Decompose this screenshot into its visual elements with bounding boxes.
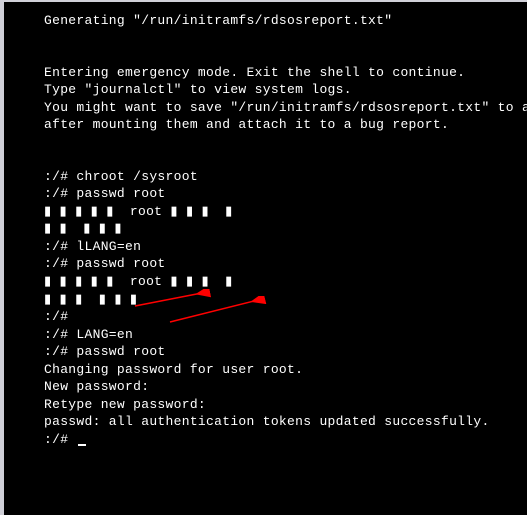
terminal-line: Retype new password: xyxy=(44,396,523,414)
terminal-line: :/# chroot /sysroot xyxy=(44,168,523,186)
terminal-line: ▮ ▮ ▮ ▮ ▮ ▮ xyxy=(44,291,523,309)
terminal-line: ▮ ▮ ▮ ▮ ▮ xyxy=(44,220,523,238)
terminal-line xyxy=(44,47,523,64)
terminal-line xyxy=(44,151,523,168)
terminal-window: Generating "/run/initramfs/rdsosreport.t… xyxy=(0,0,527,515)
terminal-line: :/# passwd root xyxy=(44,185,523,203)
terminal-line: ▮ ▮ ▮ ▮ ▮ root ▮ ▮ ▮ ▮ xyxy=(44,203,523,221)
terminal-line xyxy=(44,30,523,47)
terminal-line: passwd: all authentication tokens update… xyxy=(44,413,523,431)
terminal-line: Changing password for user root. xyxy=(44,361,523,379)
terminal-output[interactable]: Generating "/run/initramfs/rdsosreport.t… xyxy=(4,2,527,515)
terminal-line: Type "journalctl" to view system logs. xyxy=(44,81,523,99)
terminal-line xyxy=(44,134,523,151)
terminal-line: ▮ ▮ ▮ ▮ ▮ root ▮ ▮ ▮ ▮ xyxy=(44,273,523,291)
terminal-line: :/# xyxy=(44,308,523,326)
cursor xyxy=(78,444,86,446)
terminal-line: You might want to save "/run/initramfs/r… xyxy=(44,99,523,117)
terminal-line: :/# passwd root xyxy=(44,255,523,273)
terminal-line: :/# LANG=en xyxy=(44,326,523,344)
terminal-line: :/# lLANG=en xyxy=(44,238,523,256)
terminal-line: New password: xyxy=(44,378,523,396)
terminal-line: :/# xyxy=(44,431,523,449)
terminal-line: Entering emergency mode. Exit the shell … xyxy=(44,64,523,82)
terminal-line: after mounting them and attach it to a b… xyxy=(44,116,523,134)
terminal-line: :/# passwd root xyxy=(44,343,523,361)
terminal-line: Generating "/run/initramfs/rdsosreport.t… xyxy=(44,12,523,30)
